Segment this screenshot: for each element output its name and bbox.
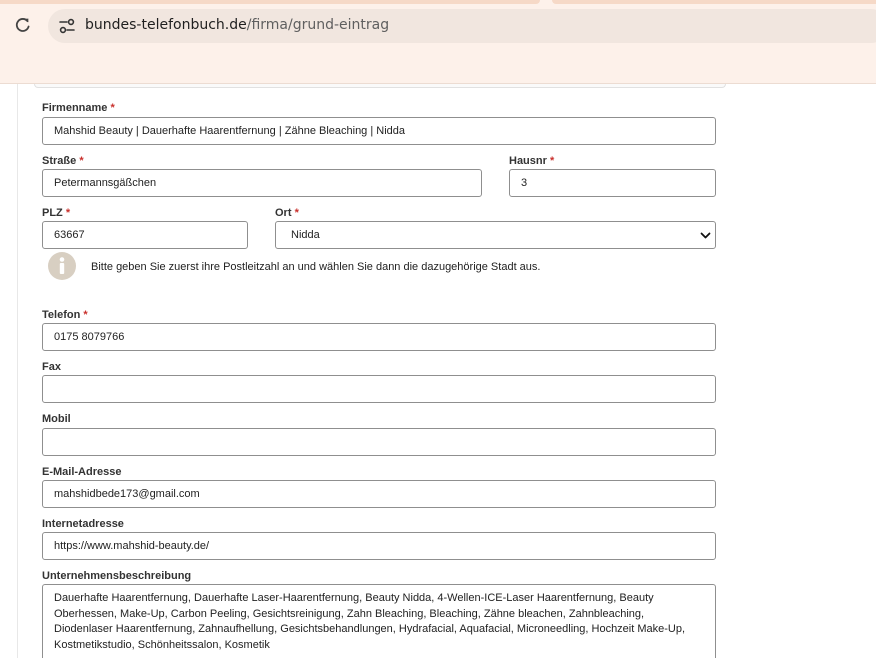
required-marker: *	[294, 207, 299, 219]
browser-toolbar: bundes-telefonbuch.de/firma/grund-eintra…	[0, 0, 876, 84]
firmenname-label: Firmenname *	[42, 102, 115, 114]
fax-input[interactable]	[42, 375, 716, 403]
telefon-label: Telefon *	[42, 309, 88, 321]
strasse-input[interactable]: Petermannsgäßchen	[42, 169, 482, 197]
required-marker: *	[110, 102, 115, 114]
required-marker: *	[83, 309, 88, 321]
mobil-input[interactable]	[42, 428, 716, 456]
internet-label: Internetadresse	[42, 518, 124, 530]
reload-icon[interactable]	[12, 14, 34, 36]
required-marker: *	[79, 155, 84, 167]
hausnr-label: Hausnr *	[509, 155, 554, 167]
beschreibung-label: Unternehmensbeschreibung	[42, 570, 192, 582]
ort-label: Ort *	[275, 207, 299, 219]
plz-hint-text: Bitte geben Sie zuerst ihre Postleitzahl…	[91, 261, 541, 273]
address-bar[interactable]: bundes-telefonbuch.de/firma/grund-eintra…	[48, 9, 876, 43]
ort-selected-value: Nidda	[291, 229, 320, 241]
page-content: Firmenname * Mahshid Beauty | Dauerhafte…	[0, 84, 876, 658]
strasse-label: Straße *	[42, 155, 84, 167]
telefon-input[interactable]: 0175 8079766	[42, 323, 716, 351]
plz-label: PLZ *	[42, 207, 70, 219]
tab-strip	[0, 0, 876, 4]
url-text[interactable]: bundes-telefonbuch.de/firma/grund-eintra…	[85, 17, 389, 33]
plz-label-text: PLZ	[42, 207, 63, 219]
browser-tab[interactable]	[0, 0, 540, 4]
telefon-label-text: Telefon	[42, 309, 81, 321]
browser-tab[interactable]	[552, 0, 876, 4]
fax-label: Fax	[42, 361, 61, 373]
strasse-label-text: Straße	[42, 155, 77, 167]
email-label: E-Mail-Adresse	[42, 466, 122, 478]
hausnr-label-text: Hausnr	[509, 155, 547, 167]
hausnr-input[interactable]: 3	[509, 169, 716, 197]
info-icon	[48, 252, 76, 280]
panel-divider	[17, 84, 18, 658]
required-marker: *	[549, 155, 555, 167]
email-input[interactable]: mahshidbede173@gmail.com	[42, 480, 716, 508]
url-domain: bundes-telefonbuch.de	[85, 17, 247, 33]
panel-edge	[34, 84, 726, 88]
plz-input[interactable]: 63667	[42, 221, 248, 249]
ort-label-text: Ort	[275, 207, 292, 219]
chevron-down-icon	[700, 232, 711, 239]
firmenname-input[interactable]: Mahshid Beauty | Dauerhafte Haarentfernu…	[42, 117, 716, 145]
internet-input[interactable]: https://www.mahshid-beauty.de/	[42, 532, 716, 560]
mobil-label: Mobil	[42, 413, 71, 425]
site-settings-icon[interactable]	[58, 17, 76, 35]
required-marker: *	[65, 207, 71, 219]
firmenname-label-text: Firmenname	[42, 102, 108, 114]
url-path: /firma/grund-eintrag	[246, 17, 390, 33]
beschreibung-textarea[interactable]: Dauerhafte Haarentfernung, Dauerhafte La…	[42, 584, 716, 658]
ort-select[interactable]: Nidda	[275, 221, 716, 249]
